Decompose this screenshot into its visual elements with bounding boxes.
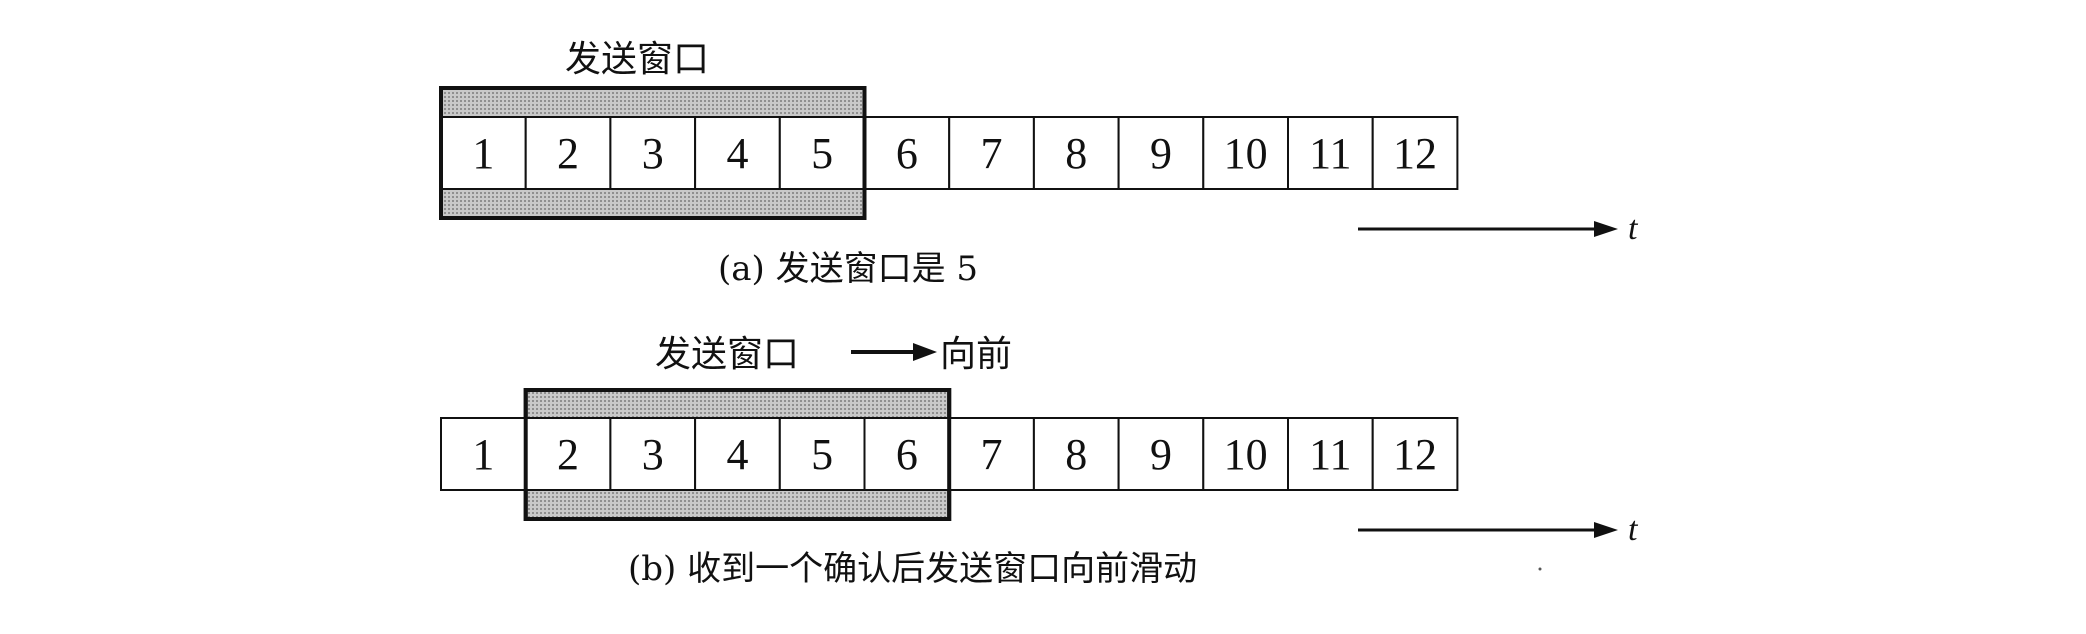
cell-number: 1 bbox=[472, 430, 494, 479]
time-label-b: t bbox=[1628, 511, 1639, 548]
cell-number: 5 bbox=[811, 129, 833, 178]
forward-label: 向前 bbox=[940, 334, 1012, 375]
cell-number: 2 bbox=[557, 430, 579, 479]
cell-number: 7 bbox=[981, 129, 1003, 178]
caption-a: (a) 发送窗口是 5 bbox=[718, 249, 978, 289]
cell-number: 1 bbox=[472, 129, 494, 178]
diagram-b: 发送窗口 向前 1 2 3 4 5 6 7 8 9 10 11 12 t (b) 收到一个确认后发送窗… bbox=[440, 334, 1639, 589]
cell-number: 9 bbox=[1150, 430, 1172, 479]
scan-speck bbox=[1538, 567, 1542, 571]
diagram-a: 发送窗口 1 2 3 4 5 6 7 8 9 10 11 12 t (a) 发送窗口是 5 bbox=[439, 39, 1639, 289]
cell-number: 8 bbox=[1065, 129, 1087, 178]
cell-number: 3 bbox=[642, 129, 664, 178]
cell-number: 3 bbox=[642, 430, 664, 479]
cell-number: 11 bbox=[1309, 129, 1351, 178]
cell-number: 10 bbox=[1224, 129, 1268, 178]
caption-b: (b) 收到一个确认后发送窗口向前滑动 bbox=[628, 549, 1197, 589]
cell-number: 2 bbox=[557, 129, 579, 178]
cell-number: 4 bbox=[726, 430, 748, 479]
cell-number: 12 bbox=[1393, 430, 1437, 479]
time-arrow-a bbox=[1358, 221, 1618, 237]
cell-number: 10 bbox=[1224, 430, 1268, 479]
cell-number: 12 bbox=[1393, 129, 1437, 178]
cell-number: 6 bbox=[896, 430, 918, 479]
cell-number: 4 bbox=[726, 129, 748, 178]
cell-number: 7 bbox=[981, 430, 1003, 479]
time-label-a: t bbox=[1628, 210, 1639, 247]
time-arrow-b bbox=[1358, 522, 1618, 538]
cell-number: 9 bbox=[1150, 129, 1172, 178]
sliding-window-diagram: 发送窗口 1 2 3 4 5 6 7 8 9 10 11 12 t (a) 发送窗口是 5 发送窗口 … bbox=[439, 39, 1639, 589]
forward-arrow bbox=[851, 343, 937, 361]
cell-number: 6 bbox=[896, 129, 918, 178]
send-window-label-a: 发送窗口 bbox=[565, 39, 709, 80]
cell-number: 8 bbox=[1065, 430, 1087, 479]
cell-number: 5 bbox=[811, 430, 833, 479]
send-window-label-b: 发送窗口 bbox=[655, 334, 799, 375]
cell-number: 11 bbox=[1309, 430, 1351, 479]
